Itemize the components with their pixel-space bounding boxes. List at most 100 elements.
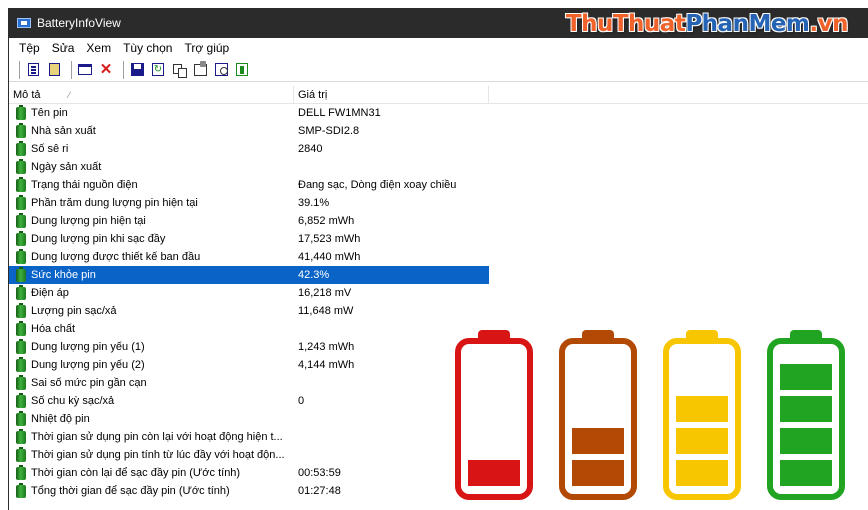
- battery-icon: [16, 428, 26, 444]
- options-icon[interactable]: [77, 62, 93, 78]
- cell-description: Số sê ri: [9, 140, 294, 156]
- battery-icon: [16, 320, 26, 336]
- battery-icon: [16, 392, 26, 408]
- menu-options[interactable]: Tùy chọn: [123, 41, 172, 55]
- battery-icon: [16, 122, 26, 138]
- cell-description: Nhà sản xuất: [9, 122, 294, 138]
- row-value: 11,648 mW: [298, 305, 354, 317]
- toolbar-separator: [19, 60, 21, 79]
- list-row[interactable]: Ngày sản xuất: [9, 158, 868, 176]
- app-icon: [17, 18, 31, 28]
- row-label: Sai số mức pin gần cạn: [31, 377, 147, 389]
- row-value: 42.3%: [294, 266, 489, 284]
- row-value: Đang sạc, Dòng điện xoay chiều: [298, 179, 457, 191]
- list-row[interactable]: Phần trăm dung lượng pin hiện tại 39.1%: [9, 194, 868, 212]
- list-row[interactable]: Lượng pin sạc/xả 11,648 mW: [9, 302, 868, 320]
- cell-description: Dung lượng được thiết kế ban đầu: [9, 248, 294, 264]
- row-value: 17,523 mWh: [298, 233, 361, 245]
- list-row[interactable]: Nhà sản xuất SMP-SDI2.8: [9, 122, 868, 140]
- row-label: Hóa chất: [31, 323, 76, 335]
- battery-charge-bar: [468, 460, 520, 486]
- column-header-description[interactable]: Mô tả ⁄: [9, 85, 294, 104]
- row-value: SMP-SDI2.8: [298, 125, 360, 137]
- battery-log-icon[interactable]: [46, 62, 62, 78]
- battery-charge-bar: [780, 396, 832, 422]
- row-value: 39.1%: [298, 197, 330, 209]
- list-row[interactable]: Dung lượng pin hiện tại 6,852 mWh: [9, 212, 868, 230]
- cell-description: Lượng pin sạc/xả: [9, 302, 294, 318]
- row-label: Thời gian còn lại để sạc đầy pin (Ước tí…: [31, 467, 241, 479]
- battery-info-icon[interactable]: [25, 62, 41, 78]
- cell-description: Tên pin: [9, 104, 294, 120]
- list-row[interactable]: Trạng thái nguồn điện Đang sạc, Dòng điện…: [9, 176, 868, 194]
- cell-description: Tổng thời gian để sạc đầy pin (Ước tính): [9, 482, 294, 498]
- list-header: Mô tả ⁄ Giá trị: [9, 85, 868, 104]
- list-row[interactable]: Tên pin DELL FW1MN31: [9, 104, 868, 122]
- watermark-orange-text: ThuThuat: [565, 11, 686, 37]
- battery-level-illustration: [449, 330, 868, 505]
- cell-description: Trạng thái nguồn điện: [9, 176, 294, 192]
- battery-charge-bar: [780, 460, 832, 486]
- row-label: Tổng thời gian để sạc đầy pin (Ước tính): [31, 485, 230, 497]
- battery-charge-bar: [676, 428, 728, 454]
- battery-icon: [16, 176, 26, 192]
- battery-charge-bar: [572, 428, 624, 454]
- cell-description: Số chu kỳ sạc/xả: [9, 392, 294, 408]
- cell-description: Phần trăm dung lượng pin hiện tại: [9, 194, 294, 210]
- watermark-blue-text: PhanMem: [685, 11, 810, 37]
- cell-description: Hóa chất: [9, 320, 294, 336]
- list-row[interactable]: Dung lượng pin khi sạc đầy 17,523 mWh: [9, 230, 868, 248]
- cell-description: Thời gian còn lại để sạc đầy pin (Ước tí…: [9, 464, 294, 480]
- battery-charge-bar: [572, 460, 624, 486]
- find-icon[interactable]: [213, 62, 229, 78]
- title-bar[interactable]: BatteryInfoView ThuThuatPhanMem.vn: [9, 8, 868, 38]
- cell-description: Dung lượng pin yếu (1): [9, 338, 294, 354]
- battery-level-icon: [663, 338, 741, 500]
- row-label: Dung lượng pin yếu (1): [31, 341, 145, 353]
- cell-description: Nhiệt độ pin: [9, 410, 294, 426]
- cell-description: Thời gian sử dụng pin còn lại với hoạt đ…: [9, 428, 294, 444]
- column-header-value[interactable]: Giá trị: [294, 85, 489, 104]
- menu-edit[interactable]: Sửa: [52, 41, 75, 55]
- watermark-suffix-text: .vn: [809, 11, 848, 37]
- properties-icon[interactable]: [192, 60, 208, 78]
- row-label: Số sê ri: [31, 143, 69, 155]
- row-label: Thời gian sử dụng pin còn lại với hoạt đ…: [31, 431, 283, 443]
- row-label: Lượng pin sạc/xả: [31, 305, 117, 317]
- battery-icon: [16, 284, 26, 300]
- row-label: Sức khỏe pin: [31, 269, 96, 281]
- menu-view[interactable]: Xem: [86, 41, 111, 55]
- list-row[interactable]: Dung lượng được thiết kế ban đầu 41,440 m…: [9, 248, 868, 266]
- row-label: Ngày sản xuất: [31, 161, 102, 173]
- cell-description: Dung lượng pin khi sạc đầy: [9, 230, 294, 246]
- refresh-icon[interactable]: ↻: [150, 62, 166, 78]
- watermark-logo: ThuThuatPhanMem.vn: [565, 11, 849, 37]
- toolbar-separator: [123, 60, 125, 79]
- battery-icon: [16, 356, 26, 372]
- save-icon[interactable]: [129, 62, 145, 78]
- row-label: Điện áp: [31, 287, 69, 299]
- row-value: 41,440 mWh: [298, 251, 361, 263]
- battery-icon: [16, 104, 26, 120]
- row-value: DELL FW1MN31: [298, 107, 381, 119]
- menu-help[interactable]: Trợ giúp: [184, 41, 229, 55]
- list-row[interactable]: Sức khỏe pin 42.3%: [9, 266, 868, 284]
- battery-icon: [16, 158, 26, 174]
- row-value: 2840: [298, 143, 323, 155]
- row-label: Dung lượng pin yếu (2): [31, 359, 145, 371]
- copy-icon[interactable]: [171, 62, 187, 78]
- battery-charge-bar: [676, 460, 728, 486]
- toolbar: ✕ ↻: [9, 58, 868, 82]
- cell-description: Dung lượng pin yếu (2): [9, 356, 294, 372]
- menu-bar: Tệp Sửa Xem Tùy chọn Trợ giúp: [9, 38, 868, 58]
- battery-icon: [16, 194, 26, 210]
- list-row[interactable]: Điện áp 16,218 mV: [9, 284, 868, 302]
- battery-icon: [16, 446, 26, 462]
- list-row[interactable]: Số sê ri 2840: [9, 140, 868, 158]
- row-label: Dung lượng được thiết kế ban đầu: [31, 251, 201, 263]
- menu-file[interactable]: Tệp: [19, 41, 40, 55]
- battery-icon: [16, 212, 26, 228]
- battery-level-icon: [455, 338, 533, 500]
- delete-icon[interactable]: ✕: [98, 62, 114, 78]
- exit-icon[interactable]: [234, 62, 250, 78]
